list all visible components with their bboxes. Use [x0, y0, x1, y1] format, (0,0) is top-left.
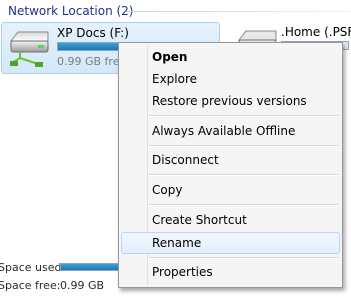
network-drive-icon: [8, 29, 52, 69]
menu-separator: [149, 115, 338, 117]
menu-separator: [149, 204, 338, 206]
menu-separator: [149, 145, 338, 147]
menu-item-always-available-offline[interactable]: Always Available Offline: [121, 120, 340, 142]
menu-item-create-shortcut[interactable]: Create Shortcut: [121, 209, 340, 231]
group-divider: [126, 11, 351, 12]
menu-item-properties[interactable]: Properties: [121, 261, 340, 283]
free-space-text: 0.99 GB free: [57, 55, 127, 68]
menu-item-rename[interactable]: Rename: [121, 232, 340, 254]
space-used-fill: [61, 264, 119, 270]
space-used-label: Space used:: [0, 261, 66, 274]
menu-separator: [149, 257, 338, 259]
menu-item-explore[interactable]: Explore: [121, 68, 340, 90]
drive-name: XP Docs (F:): [57, 26, 129, 40]
drive-name: .Home (.PSF): [281, 25, 351, 39]
group-header[interactable]: Network Location (2): [8, 2, 351, 22]
context-menu: Open Explore Restore previous versions A…: [118, 42, 343, 288]
menu-item-copy[interactable]: Copy: [121, 179, 340, 201]
space-free-label: Space free:: [0, 279, 61, 292]
menu-item-restore-previous-versions[interactable]: Restore previous versions: [121, 90, 340, 112]
menu-separator: [149, 174, 338, 176]
menu-item-disconnect[interactable]: Disconnect: [121, 149, 340, 171]
group-title: Network Location (2): [8, 4, 134, 18]
space-used-bar: [60, 263, 120, 271]
space-free-value: 0.99 GB: [60, 279, 105, 292]
menu-item-open[interactable]: Open: [121, 46, 340, 68]
